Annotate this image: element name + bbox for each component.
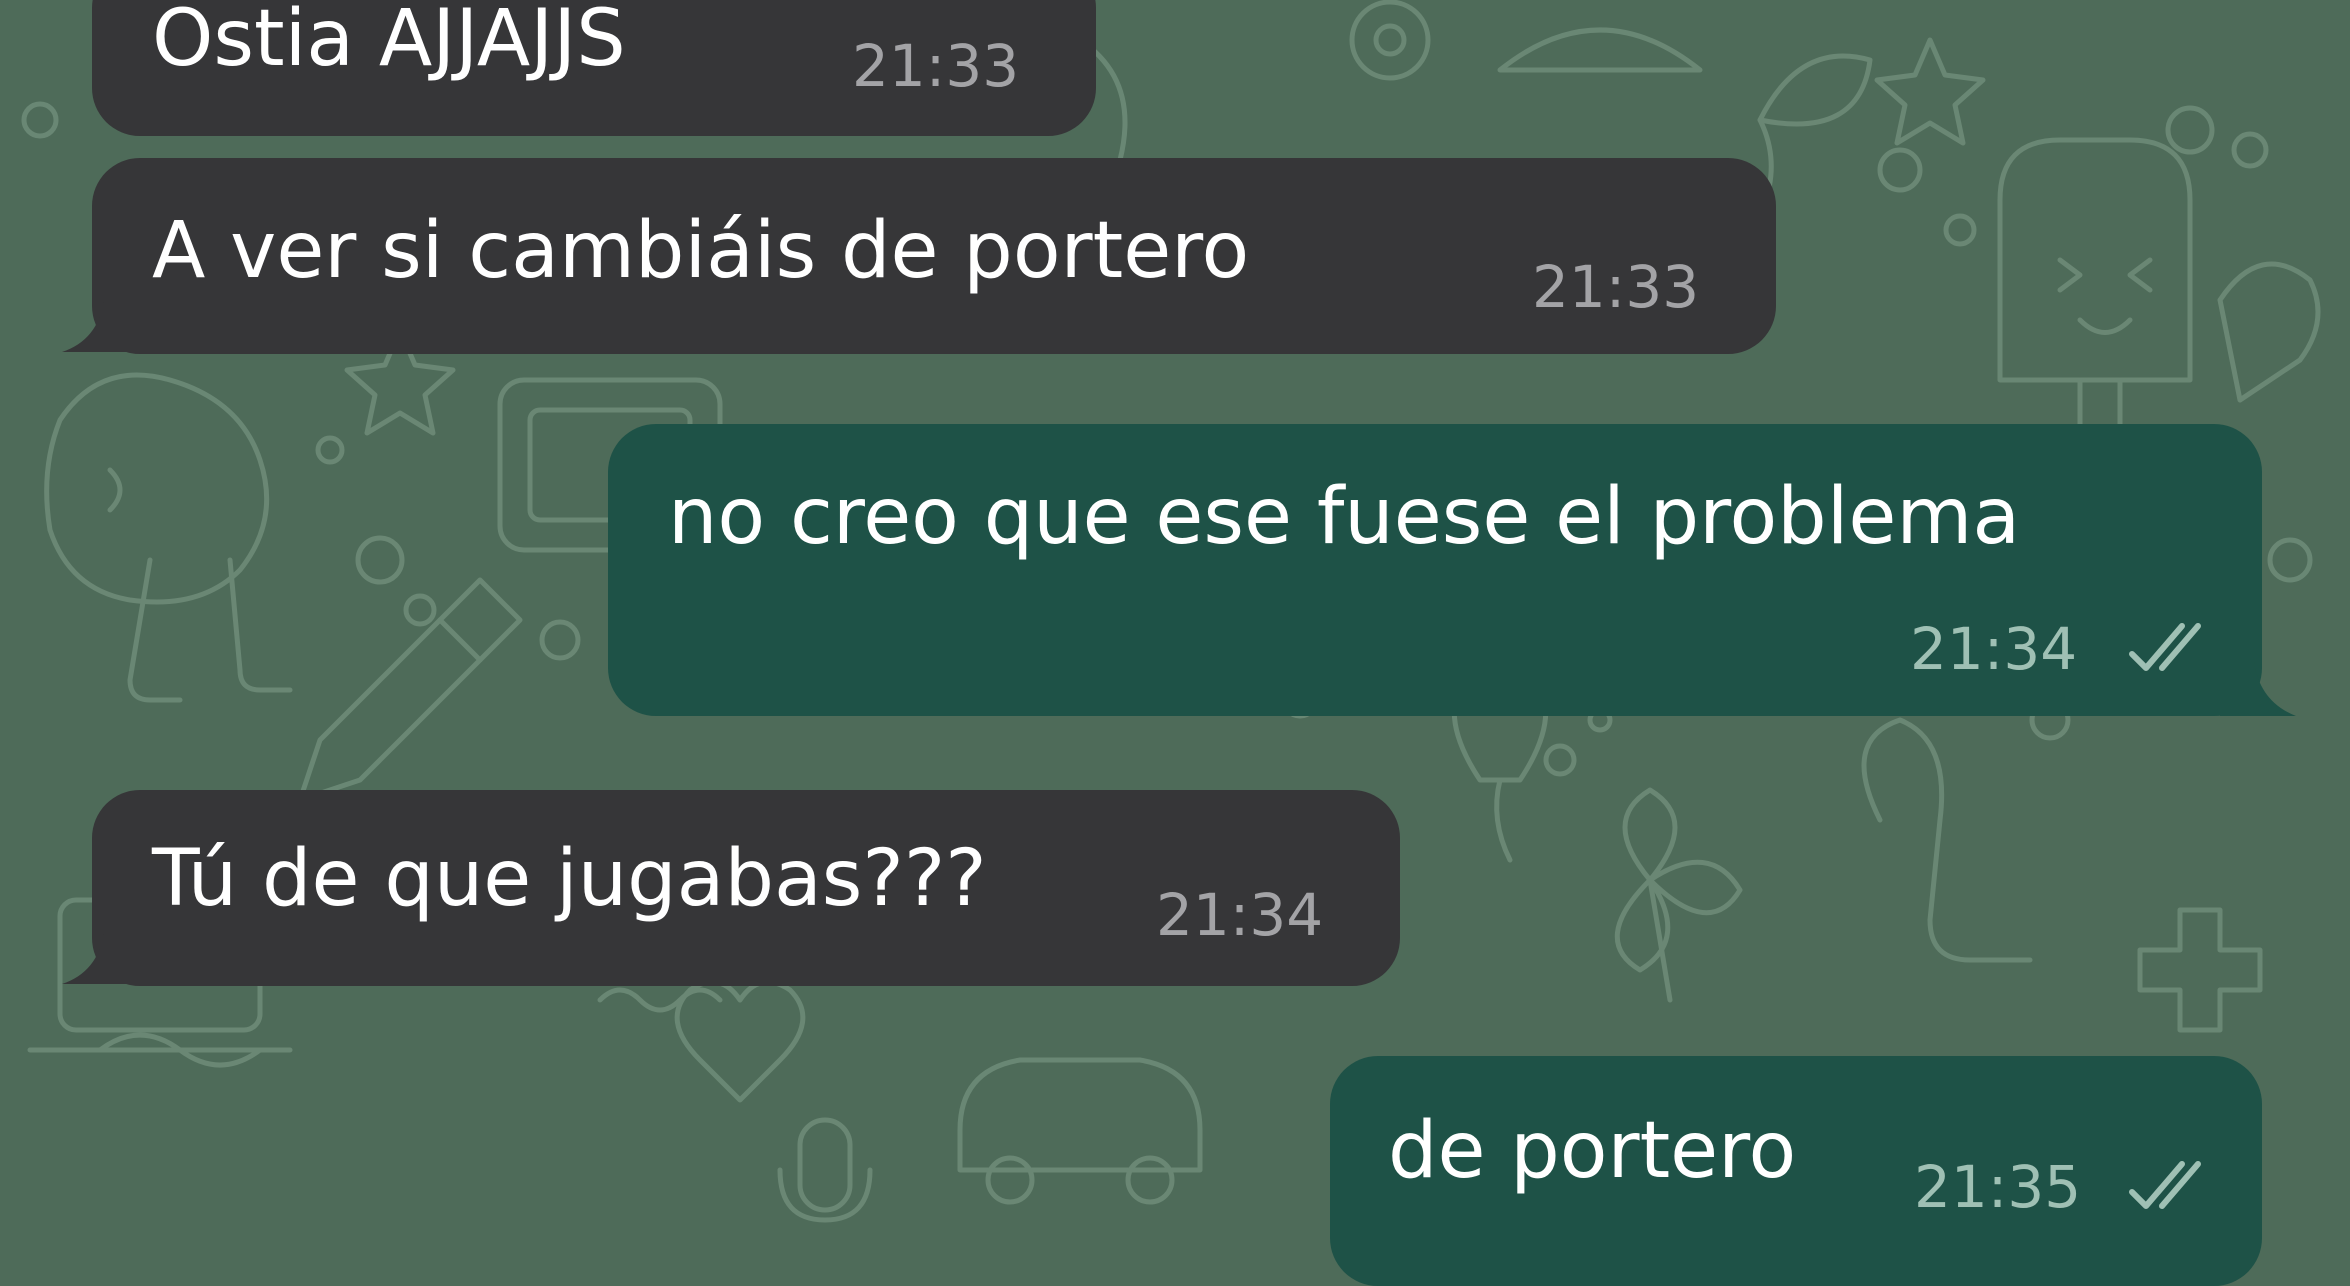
message-text: no creo que ese fuese el problema [668,472,2021,562]
bubble-tail [2220,662,2296,716]
double-check-read-icon [2129,1161,2201,1209]
message-time: 21:33 [1532,253,1700,321]
message-time: 21:33 [852,32,1020,100]
message-bubble-incoming[interactable]: Tú de que jugabas??? 21:34 [92,790,1400,986]
message-bubble-incoming[interactable]: Ostia AJJAJJS 21:33 [92,0,1096,136]
bubble-tail [62,300,138,352]
message-bubble-outgoing[interactable]: no creo que ese fuese el problema 21:34 [608,424,2262,716]
double-check-read-icon [2129,623,2201,671]
message-text: Tú de que jugabas??? [152,834,987,924]
message-time: 21:34 [1156,881,1324,949]
message-time: 21:34 [1910,615,2078,683]
message-text: de portero [1388,1106,1797,1196]
message-text: Ostia AJJAJJS [152,0,626,84]
message-bubble-outgoing[interactable]: de portero 21:35 [1330,1056,2262,1286]
message-time: 21:35 [1914,1153,2082,1221]
bubble-tail [62,932,138,984]
message-bubble-incoming[interactable]: A ver si cambiáis de portero 21:33 [92,158,1776,354]
message-text: A ver si cambiáis de portero [152,206,1250,296]
